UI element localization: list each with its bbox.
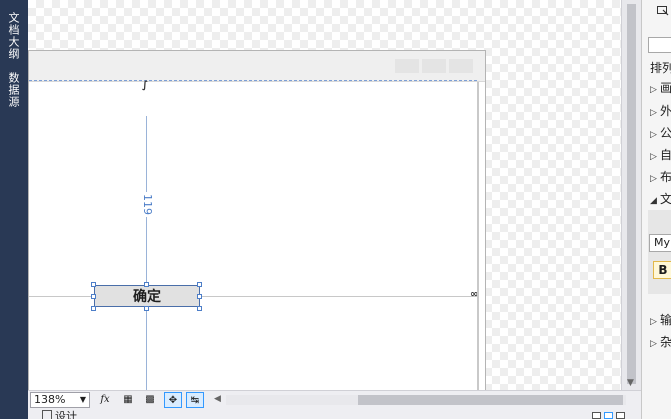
designer-bottom-toolbar: 138% ▼ fx ▦ ▩ ✥ ↹ ◀: [28, 390, 641, 411]
form-client-area[interactable]: ∫ ∞ 119 确定: [29, 80, 478, 390]
expand-triangle-icon: ▷: [650, 85, 657, 95]
expand-triangle-icon: ▷: [650, 317, 657, 327]
ok-button[interactable]: 确定: [94, 285, 200, 307]
view-switch-icons: [592, 412, 632, 419]
scroll-down-arrow-icon[interactable]: ▼: [627, 378, 634, 388]
left-tab-strip: 文档大纲 数据源: [0, 0, 28, 419]
form-selection-border: [29, 80, 477, 81]
resize-handle-sw[interactable]: [91, 306, 96, 311]
category-row[interactable]: ▷ 画: [650, 77, 671, 99]
form-titlebar: [29, 51, 485, 82]
close-button: [449, 59, 473, 73]
designer-canvas[interactable]: ∫ ∞ 119 确定: [28, 0, 621, 390]
vertical-alignment-guide: [146, 116, 147, 390]
text-subpanel: [648, 210, 671, 294]
expand-triangle-icon: ▷: [650, 108, 657, 118]
zoom-dropdown[interactable]: 138% ▼: [30, 392, 90, 408]
maximize-button: [422, 59, 446, 73]
category-row[interactable]: ▷ 杂: [650, 331, 671, 353]
design-tab[interactable]: 设计: [42, 410, 77, 419]
resize-handle-se[interactable]: [197, 306, 202, 311]
view-tab-row: 设计: [28, 410, 641, 419]
resize-handle-w[interactable]: [91, 294, 96, 299]
minimize-button: [395, 59, 419, 73]
single-view-icon[interactable]: [616, 412, 625, 419]
arrange-section-label: 排列: [650, 61, 671, 75]
design-tab-label: 设计: [55, 410, 77, 419]
scroll-left-arrow-icon[interactable]: ◀: [214, 394, 221, 404]
font-name-field[interactable]: My: [649, 234, 671, 252]
form-right-edge: [477, 82, 479, 390]
category-row[interactable]: ▷ 自: [650, 144, 671, 166]
zoom-value: 138%: [34, 393, 66, 406]
crosshair-toggle-icon[interactable]: ✥: [164, 392, 182, 408]
split-vertical-icon[interactable]: [604, 412, 613, 419]
properties-panel: 排列 ▷画 ▷外 ▷公 ▷自 ▷布 ◢文 My B ▷输 ▷杂: [641, 0, 671, 419]
resize-toggle-icon[interactable]: ↹: [186, 392, 204, 408]
chevron-down-icon: ▼: [79, 395, 86, 404]
category-row[interactable]: ▷ 公: [650, 122, 671, 144]
expand-triangle-icon: ▷: [650, 174, 657, 184]
resize-handle-n[interactable]: [144, 282, 149, 287]
collapse-triangle-icon: ◢: [650, 196, 657, 206]
resize-handle-ne[interactable]: [197, 282, 202, 287]
grid-icon[interactable]: ▦: [119, 392, 137, 408]
vertical-scroll-thumb[interactable]: [627, 4, 636, 384]
resize-handle-s[interactable]: [144, 306, 149, 311]
property-search-input[interactable]: [648, 37, 671, 53]
pointer-icon[interactable]: [657, 6, 669, 16]
horizontal-scroll-thumb[interactable]: [358, 395, 623, 405]
fx-button[interactable]: fx: [96, 392, 114, 408]
expand-triangle-icon: ▷: [650, 152, 657, 162]
category-row[interactable]: ▷ 输: [650, 309, 671, 331]
expand-triangle-icon: ▷: [650, 130, 657, 140]
horizontal-scrollbar[interactable]: [226, 395, 626, 405]
resize-handle-e[interactable]: [197, 294, 202, 299]
category-row[interactable]: ▷ 布: [650, 166, 671, 188]
data-sources-tab[interactable]: 数据源: [5, 72, 21, 108]
anchor-top-icon: ∫: [142, 80, 149, 91]
distance-measure-label: 119: [141, 192, 154, 217]
document-outline-tab[interactable]: 文档大纲: [5, 12, 21, 60]
bold-button[interactable]: B: [653, 261, 671, 279]
split-horizontal-icon[interactable]: [592, 412, 601, 419]
form-window[interactable]: ∫ ∞ 119 确定: [28, 50, 486, 390]
category-row[interactable]: ▷ 外: [650, 100, 671, 122]
snapline-icon[interactable]: ▩: [141, 392, 159, 408]
resize-handle-nw[interactable]: [91, 282, 96, 287]
category-row-expanded[interactable]: ◢ 文: [650, 188, 671, 210]
design-view-icon: [42, 410, 52, 419]
vertical-scrollbar[interactable]: ▲ ▼: [621, 0, 642, 390]
expand-triangle-icon: ▷: [650, 339, 657, 349]
